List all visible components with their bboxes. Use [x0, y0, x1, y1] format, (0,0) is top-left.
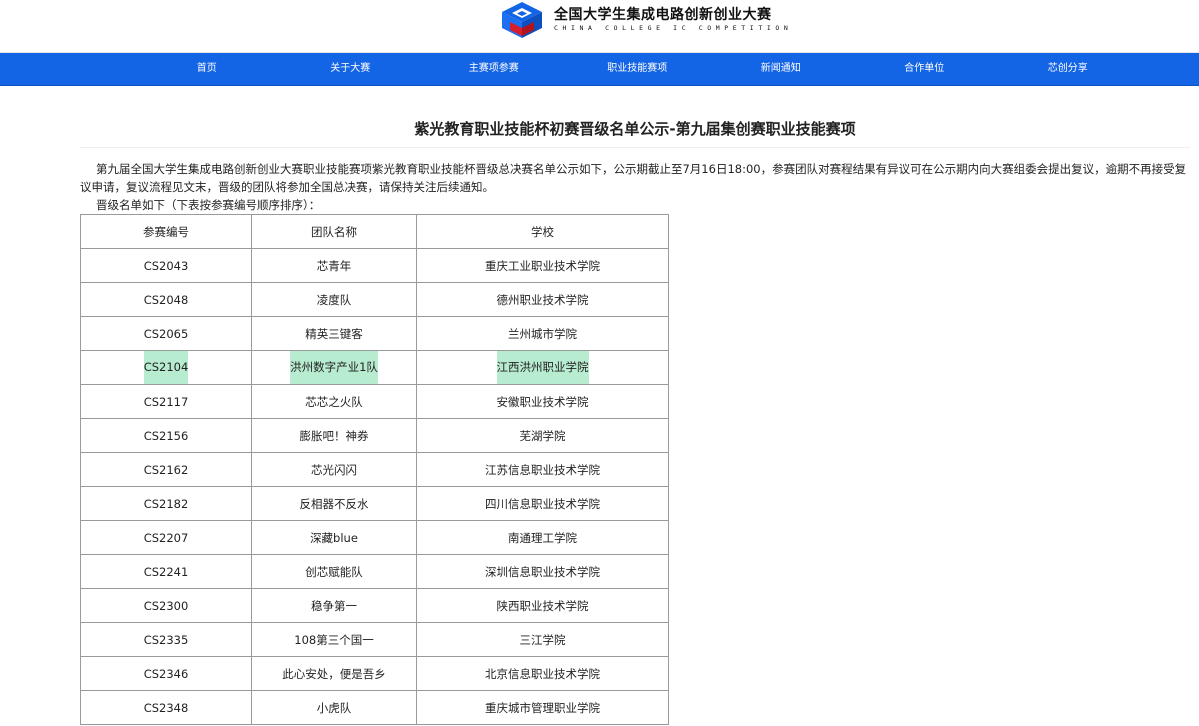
cell-team: 洪州数字产业1队: [251, 350, 417, 385]
highlighted-text: 洪州数字产业1队: [290, 351, 378, 384]
cell-school: 芜湖学院: [416, 418, 669, 453]
cell-school: 重庆城市管理职业学院: [416, 690, 669, 725]
nav-item-share[interactable]: 芯创分享: [996, 53, 1140, 85]
site-header: 全国大学生集成电路创新创业大赛 CHINA COLLEGE IC COMPETI…: [0, 0, 1199, 53]
cell-school: 北京信息职业技术学院: [416, 656, 669, 691]
table-row: CS2346 此心安处，便是吾乡 北京信息职业技术学院: [80, 656, 669, 691]
table-header-row: 参赛编号 团队名称 学校: [80, 214, 669, 249]
table-row: CS2043 芯青年 重庆工业职业技术学院: [80, 248, 669, 283]
cell-team: 精英三键客: [251, 316, 417, 351]
cell-id: CS2182: [80, 486, 252, 521]
nav-item-home[interactable]: 首页: [135, 53, 279, 85]
cell-id: CS2048: [80, 282, 252, 317]
cell-team: 稳争第一: [251, 588, 417, 623]
logo-title-en: CHINA COLLEGE IC COMPETITION: [554, 24, 793, 33]
cell-school: 安徽职业技术学院: [416, 384, 669, 419]
cell-id: CS2300: [80, 588, 252, 623]
cell-school: 四川信息职业技术学院: [416, 486, 669, 521]
cell-school: 三江学院: [416, 622, 669, 657]
highlighted-text: 江西洪州职业学院: [496, 351, 589, 384]
cell-team: 深藏blue: [251, 520, 417, 555]
cell-school: 南通理工学院: [416, 520, 669, 555]
table-row: CS2117 芯芯之火队 安徽职业技术学院: [80, 384, 669, 419]
main-nav: 首页 关于大赛 主赛项参赛 职业技能赛项 新闻通知 合作单位 芯创分享: [0, 53, 1199, 85]
cell-school: 陕西职业技术学院: [416, 588, 669, 623]
cell-school: 江西洪州职业学院: [416, 350, 669, 385]
article-subline: 晋级名单如下（下表按参赛编号顺序排序）：: [96, 198, 321, 212]
highlighted-text: CS2104: [143, 351, 189, 384]
cell-school: 德州职业技术学院: [416, 282, 669, 317]
table-row: CS2065 精英三键客 兰州城市学院: [80, 316, 669, 351]
cell-id: CS2043: [80, 248, 252, 283]
table-row: CS2300 稳争第一 陕西职业技术学院: [80, 588, 669, 623]
cell-team: 108第三个国一: [251, 622, 417, 657]
header-school: 学校: [416, 214, 669, 249]
table-row: CS2156 膨胀吧！神券 芜湖学院: [80, 418, 669, 453]
cell-team: 反相器不反水: [251, 486, 417, 521]
logo-text: 全国大学生集成电路创新创业大赛 CHINA COLLEGE IC COMPETI…: [554, 8, 792, 32]
cell-school: 重庆工业职业技术学院: [416, 248, 669, 283]
cell-team: 芯青年: [251, 248, 417, 283]
cell-school: 兰州城市学院: [416, 316, 669, 351]
cell-id: CS2065: [80, 316, 252, 351]
cell-id: CS2241: [80, 554, 252, 589]
table-row: CS2104 洪州数字产业1队 江西洪州职业学院: [80, 350, 669, 385]
header-team: 团队名称: [251, 214, 417, 249]
nav-item-partners[interactable]: 合作单位: [853, 53, 997, 85]
header-id: 参赛编号: [80, 214, 252, 249]
cell-team: 凌度队: [251, 282, 417, 317]
nav-item-main-track[interactable]: 主赛项参赛: [422, 53, 566, 85]
article: 紫光教育职业技能杯初赛晋级名单公示-第九届集创赛职业技能赛项 第九届全国大学生集…: [0, 85, 1199, 725]
table-row: CS2162 芯光闪闪 江苏信息职业技术学院: [80, 452, 669, 487]
nav-item-about[interactable]: 关于大赛: [279, 53, 423, 85]
cell-id: CS2207: [80, 520, 252, 555]
logo-title-cn: 全国大学生集成电路创新创业大赛: [554, 7, 772, 24]
table-row: CS2048 凌度队 德州职业技术学院: [80, 282, 669, 317]
table-row: CS2207 深藏blue 南通理工学院: [80, 520, 669, 555]
cell-team: 小虎队: [251, 690, 417, 725]
cell-id: CS2335: [80, 622, 252, 657]
article-intro: 第九届全国大学生集成电路创新创业大赛职业技能赛项紫光教育职业技能杯晋级总决赛名单…: [80, 162, 1187, 194]
article-content: 第九届全国大学生集成电路创新创业大赛职业技能赛项紫光教育职业技能杯晋级总决赛名单…: [0, 148, 1199, 725]
cell-id: CS2156: [80, 418, 252, 453]
qualified-teams-table: 参赛编号 团队名称 学校 CS2043 芯青年 重庆工业职业技术学院 CS2048 凌度…: [80, 214, 669, 725]
nav-item-news[interactable]: 新闻通知: [709, 53, 853, 85]
table-row: CS2241 创芯赋能队 深圳信息职业技术学院: [80, 554, 669, 589]
cell-id: CS2117: [80, 384, 252, 419]
cell-school: 江苏信息职业技术学院: [416, 452, 669, 487]
table-row: CS2348 小虎队 重庆城市管理职业学院: [80, 690, 669, 725]
article-title: 紫光教育职业技能杯初赛晋级名单公示-第九届集创赛职业技能赛项: [80, 85, 1190, 148]
cell-team: 创芯赋能队: [251, 554, 417, 589]
cell-school: 深圳信息职业技术学院: [416, 554, 669, 589]
table-row: CS2335 108第三个国一 三江学院: [80, 622, 669, 657]
cell-team: 膨胀吧！神券: [251, 418, 417, 453]
cube-logo-icon: [502, 2, 542, 38]
cell-id: CS2162: [80, 452, 252, 487]
table-row: CS2182 反相器不反水 四川信息职业技术学院: [80, 486, 669, 521]
cell-id: CS2104: [80, 350, 252, 385]
cell-team: 芯芯之火队: [251, 384, 417, 419]
table-body: CS2043 芯青年 重庆工业职业技术学院 CS2048 凌度队 德州职业技术学院 CS20…: [80, 248, 669, 725]
nav-list: 首页 关于大赛 主赛项参赛 职业技能赛项 新闻通知 合作单位 芯创分享: [0, 53, 1140, 85]
site-logo[interactable]: 全国大学生集成电路创新创业大赛 CHINA COLLEGE IC COMPETI…: [496, 0, 792, 40]
cell-id: CS2348: [80, 690, 252, 725]
cell-team: 芯光闪闪: [251, 452, 417, 487]
cell-team: 此心安处，便是吾乡: [251, 656, 417, 691]
nav-item-vocational-track[interactable]: 职业技能赛项: [566, 53, 710, 85]
cell-id: CS2346: [80, 656, 252, 691]
